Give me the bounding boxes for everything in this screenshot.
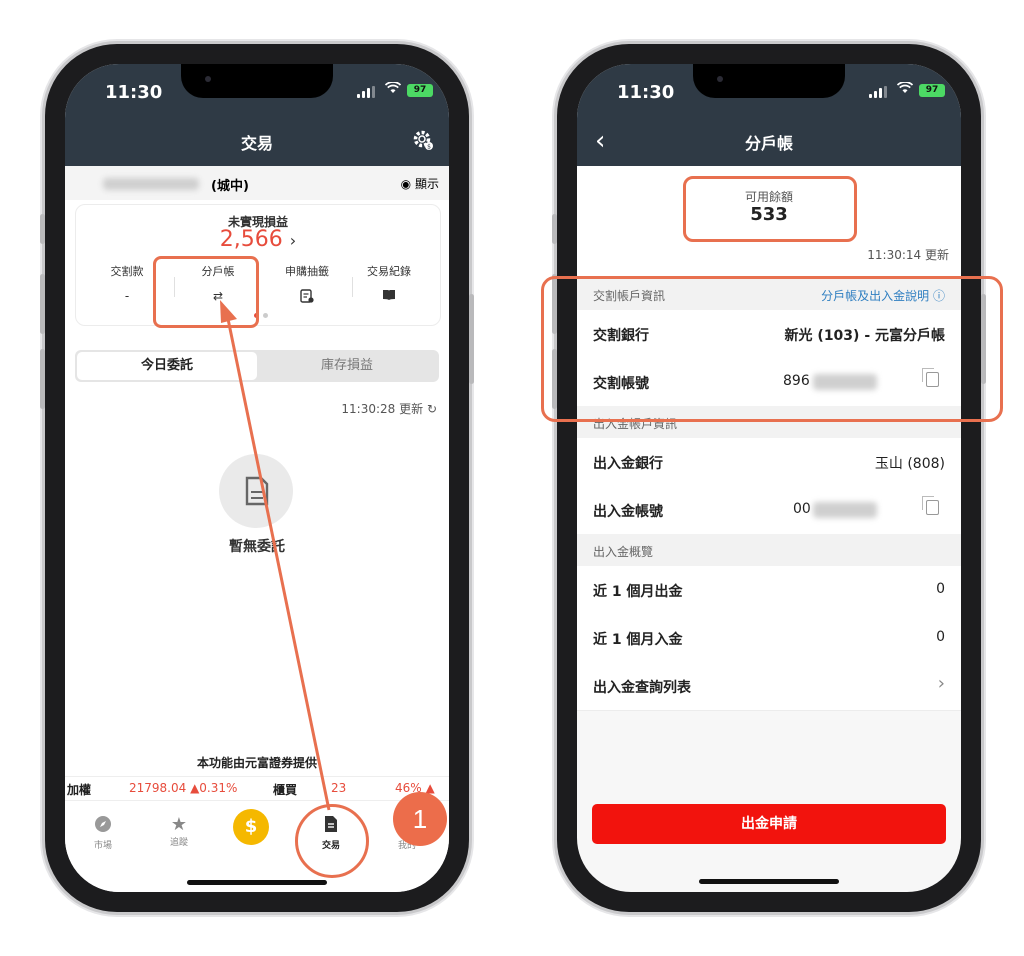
update-time: 11:30:14 更新 (867, 248, 949, 262)
highlight-box (683, 176, 857, 242)
masked-account (813, 502, 877, 518)
notch (693, 64, 845, 98)
left-phone: 11:30 97 交易 $ (城中) ◉ 顯示 未實現損益 2,566 › 交割… (40, 44, 474, 912)
step-number-badge: 1 (393, 792, 447, 846)
right-screen: 11:30 97 ‹ 分戶帳 可用餘額 533 11:30:14 更新 交割帳戶… (577, 64, 961, 892)
row-label: 出入金帳號 (593, 504, 663, 520)
copy-icon[interactable] (922, 496, 939, 515)
highlight-box (541, 276, 1003, 422)
home-indicator (699, 879, 839, 884)
row-value: 00 (793, 501, 811, 517)
page-title: 分戶帳 (744, 134, 793, 153)
annotation-arrow (220, 300, 331, 811)
phone-button (552, 214, 557, 244)
row-label: 出入金銀行 (593, 456, 663, 472)
row-value: 0 (936, 581, 945, 597)
battery-icon: 97 (919, 84, 945, 97)
row-deposit-account: 出入金帳號 00 (577, 486, 961, 535)
row-value: 玉山 (808) (874, 456, 945, 472)
row-deposit-bank: 出入金銀行 玉山 (808) (577, 438, 961, 487)
row-label: 出入金查詢列表 (593, 680, 691, 696)
right-phone: 11:30 97 ‹ 分戶帳 可用餘額 533 11:30:14 更新 交割帳戶… (541, 44, 1003, 912)
withdraw-button[interactable]: 出金申請 (592, 804, 946, 844)
phone-button (40, 214, 45, 244)
phone-button (469, 294, 474, 384)
nav-bar: ‹ 分戶帳 (577, 120, 961, 166)
status-time: 11:30 (617, 82, 675, 103)
camera-icon (717, 76, 723, 82)
wifi-icon (896, 81, 914, 98)
chevron-right-icon: › (937, 673, 945, 694)
signal-icon (869, 86, 891, 98)
row-month-withdrawal: 近 1 個月出金 0 (577, 566, 961, 615)
phone-button (40, 274, 45, 334)
row-label: 近 1 個月入金 (593, 632, 683, 648)
section-title: 出入金概覽 (593, 545, 654, 559)
row-label: 近 1 個月出金 (593, 584, 683, 600)
row-query-list[interactable]: 出入金查詢列表 › (577, 662, 961, 711)
phone-button (40, 349, 45, 409)
status-bar: 11:30 97 (577, 64, 961, 120)
row-month-deposit: 近 1 個月入金 0 (577, 614, 961, 663)
left-screen: 11:30 97 交易 $ (城中) ◉ 顯示 未實現損益 2,566 › 交割… (65, 64, 449, 892)
section-overview-header: 出入金概覽 (577, 534, 961, 566)
row-value: 0 (936, 629, 945, 645)
